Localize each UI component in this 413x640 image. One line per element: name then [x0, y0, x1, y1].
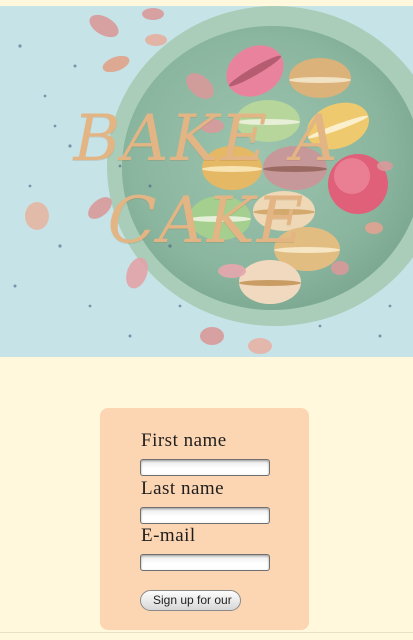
hero-title-line-2: CAKE — [107, 184, 306, 258]
bottom-divider — [0, 632, 413, 633]
email-label: E-mail — [141, 525, 196, 546]
last-name-label: Last name — [141, 478, 225, 499]
signup-form: First name Last name E-mail Sign up for … — [100, 408, 309, 630]
first-name-label: First name — [141, 430, 227, 451]
hero-title-line-1: BAKE A — [73, 102, 340, 176]
signup-button[interactable]: Sign up for our — [140, 590, 241, 611]
last-name-field[interactable] — [140, 507, 270, 524]
hero-banner: BAKE A CAKE — [0, 6, 413, 357]
hero-title: BAKE A CAKE — [0, 98, 413, 262]
first-name-field[interactable] — [140, 459, 270, 476]
email-field[interactable] — [140, 554, 270, 571]
